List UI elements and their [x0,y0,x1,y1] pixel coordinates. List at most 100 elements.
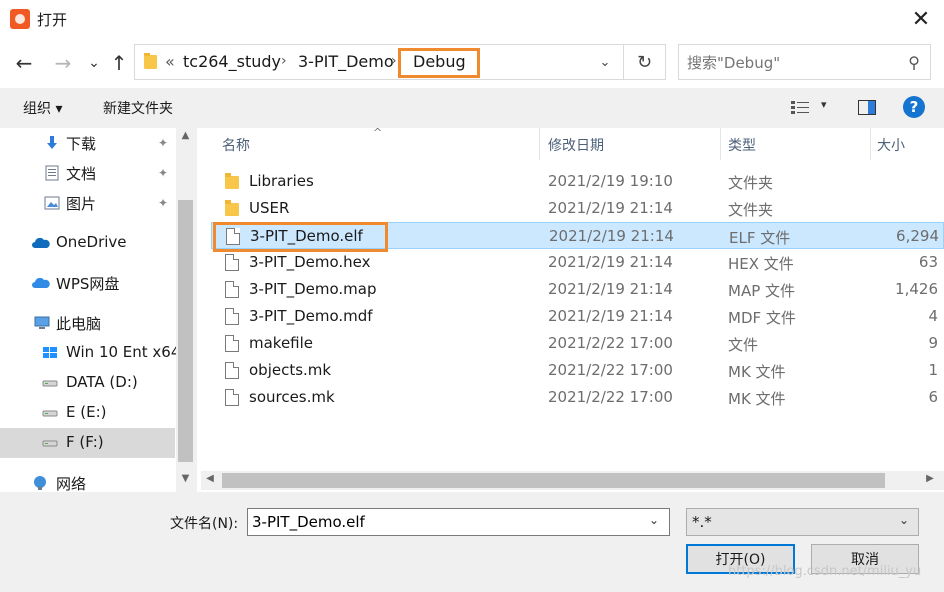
file-row-makefile[interactable]: makefile 2021/2/22 17:00 文件 9 [211,330,944,357]
watermark: https://blog.csdn.net/miliu_yu [728,564,922,579]
new-folder-button[interactable]: 新建文件夹 [103,98,173,118]
filename-combobox[interactable]: ⌄ [247,508,670,536]
highlight-box [213,222,388,252]
refresh-button[interactable]: ↻ [624,44,666,80]
sidebar-item-win10-drive[interactable]: Win 10 Ent x64 [0,338,180,368]
chevron-right-icon[interactable]: › [391,53,397,69]
chevron-down-icon[interactable]: ⌄ [595,51,615,73]
sidebar-item-label: 图片 [66,195,97,213]
file-name: USER [249,199,290,217]
file-date: 2021/2/19 21:14 [548,199,673,217]
sidebar-item-downloads[interactable]: 下载 ✦ [0,128,175,158]
sidebar-item-onedrive[interactable]: OneDrive [0,228,175,258]
sidebar-scrollbar[interactable]: ▲ ▼ [176,128,195,492]
chevron-right-icon[interactable]: › [281,53,287,69]
column-header-type[interactable]: 类型 [728,135,756,155]
column-header-name[interactable]: 名称 [222,135,250,155]
close-button[interactable]: ✕ [904,4,938,34]
search-icon[interactable]: ⚲ [903,51,925,73]
file-size: 63 [918,253,938,271]
file-date: 2021/2/22 17:00 [548,334,673,352]
file-type: MK 文件 [728,363,786,381]
computer-icon [34,316,50,329]
column-divider[interactable] [720,128,721,160]
scroll-left-icon[interactable]: ◀ [201,473,219,484]
pin-icon[interactable]: ✦ [158,136,168,150]
breadcrumb-tc264-study[interactable]: tc264_study [183,52,281,71]
search-input[interactable] [687,52,897,74]
sidebar-item-data-drive[interactable]: DATA (D:) [0,368,175,398]
file-size: 6 [928,388,938,406]
chevron-down-icon[interactable]: ⌄ [899,513,909,527]
file-date: 2021/2/19 19:10 [548,172,673,190]
wps-cloud-icon [32,277,50,288]
forward-button[interactable]: → [51,50,75,76]
column-header-size[interactable]: 大小 [877,135,905,155]
pin-icon[interactable]: ✦ [158,166,168,180]
scrollbar-thumb[interactable] [178,200,193,462]
file-name: objects.mk [249,361,332,379]
file-type: ELF 文件 [729,229,791,247]
sidebar-item-wps-cloud[interactable]: WPS网盘 [0,268,175,298]
scroll-down-icon[interactable]: ▼ [176,473,195,487]
sidebar-item-label: OneDrive [56,233,127,251]
picture-icon [44,196,60,210]
file-row-sources-mk[interactable]: sources.mk 2021/2/22 17:00 MK 文件 6 [211,384,944,411]
sidebar-item-this-pc[interactable]: 此电脑 [0,308,175,338]
file-row-libraries[interactable]: Libraries 2021/2/19 19:10 文件夹 [211,168,944,195]
file-name: 3-PIT_Demo.hex [249,253,371,271]
file-icon [225,362,239,379]
sidebar-item-label: F (F:) [66,433,104,451]
sidebar-item-f-drive[interactable]: F (F:) [0,428,175,458]
file-type-filter[interactable]: *.* ⌄ [686,508,919,536]
scroll-up-icon[interactable]: ▲ [176,130,195,144]
column-divider[interactable] [870,128,871,160]
folder-icon [144,53,157,69]
file-name: 3-PIT_Demo.map [249,280,377,298]
sidebar-item-documents[interactable]: 文档 ✦ [0,158,175,188]
column-divider[interactable] [539,128,540,160]
sidebar-item-label: Win 10 Ent x64 [66,343,181,361]
organize-button[interactable]: 组织 ▾ [23,98,62,118]
sidebar-item-e-drive[interactable]: E (E:) [0,398,175,428]
search-box[interactable]: ⚲ [678,44,931,80]
app-icon [10,9,30,29]
filename-label: 文件名(N): [170,516,239,532]
help-icon[interactable]: ? [903,96,925,118]
sidebar-item-pictures[interactable]: 图片 ✦ [0,188,175,218]
column-header-date[interactable]: 修改日期 [548,135,604,155]
network-icon [34,476,46,490]
file-row-user[interactable]: USER 2021/2/19 21:14 文件夹 [211,195,944,222]
file-name: sources.mk [249,388,335,406]
file-row-objects-mk[interactable]: objects.mk 2021/2/22 17:00 MK 文件 1 [211,357,944,384]
breadcrumb-3-pit-demo[interactable]: 3-PIT_Demo [298,52,394,71]
toolbar: 组织 ▾ 新建文件夹 ▾ ? [0,88,944,128]
back-button[interactable]: ← [12,50,36,76]
scrollbar-thumb[interactable] [222,473,885,488]
file-list: ^ 名称 修改日期 类型 大小 Libraries 2021/2/19 19:1… [197,126,944,492]
up-button[interactable]: ↑ [107,50,131,76]
breadcrumb-overflow[interactable]: « [165,52,175,71]
preview-pane-icon[interactable] [858,100,876,115]
navigation-pane: 下载 ✦ 文档 ✦ 图片 ✦ OneDrive WPS网盘 此电脑 Win 10… [0,128,195,493]
recent-locations-button[interactable]: ⌄ [82,50,106,76]
file-row-map[interactable]: 3-PIT_Demo.map 2021/2/19 21:14 MAP 文件 1,… [211,276,944,303]
file-icon [225,254,239,271]
file-date: 2021/2/22 17:00 [548,388,673,406]
file-size: 6,294 [896,227,939,245]
file-row-hex[interactable]: 3-PIT_Demo.hex 2021/2/19 21:14 HEX 文件 63 [211,249,944,276]
file-name: makefile [249,334,314,352]
file-name: 3-PIT_Demo.mdf [249,307,373,325]
pin-icon[interactable]: ✦ [158,196,168,210]
view-options-icon[interactable] [791,100,809,116]
filename-input[interactable] [252,512,642,532]
scroll-right-icon[interactable]: ▶ [921,473,939,484]
horizontal-scrollbar[interactable]: ◀ ▶ [201,471,944,490]
download-icon [47,136,57,149]
view-dropdown-icon[interactable]: ▾ [821,98,827,111]
chevron-down-icon[interactable]: ⌄ [649,513,659,527]
folder-icon [225,200,239,216]
file-row-mdf[interactable]: 3-PIT_Demo.mdf 2021/2/19 21:14 MDF 文件 4 [211,303,944,330]
address-bar[interactable]: « tc264_study › 3-PIT_Demo › Debug ⌄ [134,44,624,80]
file-date: 2021/2/22 17:00 [548,361,673,379]
